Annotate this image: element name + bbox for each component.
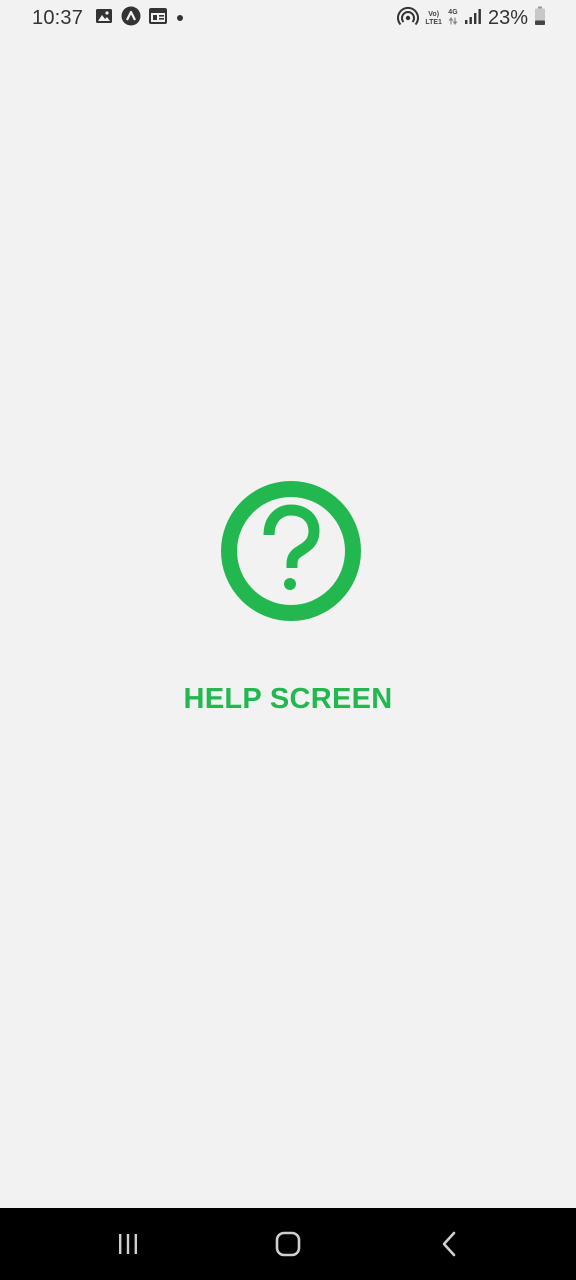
network-type-indicator: 4G — [448, 9, 458, 28]
home-button[interactable] — [268, 1228, 308, 1260]
status-time: 10:37 — [32, 7, 84, 29]
status-bar: 10:37 Vo) LTE1 4G 23% — [0, 0, 576, 38]
back-chevron-icon — [442, 1231, 456, 1257]
signal-strength-icon — [464, 7, 482, 30]
help-screen: 10:37 Vo) LTE1 4G 23% HELP SCREEN — [0, 0, 576, 1280]
network-type-label: 4G — [448, 9, 458, 16]
back-button[interactable] — [430, 1228, 470, 1260]
more-notifications-dot-icon — [175, 10, 185, 28]
navigation-bar — [0, 1208, 576, 1280]
volte-bottom-label: LTE1 — [425, 18, 442, 26]
app-notification-icon — [121, 6, 141, 31]
volte-indicator: Vo) LTE1 — [425, 11, 442, 27]
gallery-notification-icon — [95, 8, 113, 29]
news-notification-icon — [149, 8, 168, 29]
battery-icon — [534, 6, 546, 31]
home-icon — [275, 1231, 301, 1257]
data-arrows-icon — [448, 17, 458, 28]
help-circle-icon — [220, 480, 362, 622]
volte-top-label: Vo) — [428, 10, 440, 18]
status-right: Vo) LTE1 4G 23% — [397, 6, 546, 31]
recent-apps-icon — [119, 1234, 137, 1254]
status-left: 10:37 — [32, 6, 185, 31]
recent-apps-button[interactable] — [108, 1228, 148, 1260]
hotspot-icon — [397, 6, 420, 31]
page-title: HELP SCREEN — [183, 683, 393, 715]
battery-percent: 23% — [487, 7, 528, 29]
